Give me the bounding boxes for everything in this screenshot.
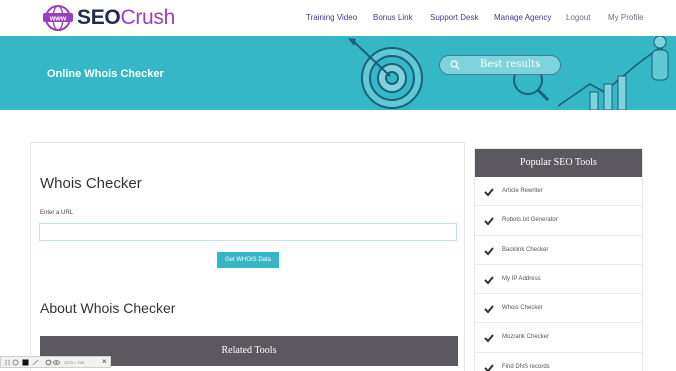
tool-heading: Whois Checker	[40, 175, 142, 192]
check-icon	[484, 276, 494, 285]
check-icon	[484, 334, 494, 343]
search-icon	[450, 60, 460, 70]
globe-icon: www	[43, 5, 73, 31]
sidebar-item-label: Whois Checker	[502, 305, 543, 312]
target-icon	[348, 38, 423, 109]
about-heading: About Whois Checker	[40, 300, 176, 316]
site-header: www SEOCrush Training Video Bonus Link S…	[0, 0, 676, 36]
nav-support-desk[interactable]: Support Desk	[430, 13, 478, 23]
sidebar-item-label: Backlink Checker	[502, 246, 549, 253]
color-swatch-icon[interactable]	[22, 359, 29, 366]
popular-tools-sidebar: Popular SEO Tools Article Rewriter Robot…	[474, 148, 643, 371]
logo[interactable]: www SEOCrush	[42, 3, 175, 33]
sidebar-item-whois-checker[interactable]: Whois Checker	[475, 294, 642, 324]
close-icon[interactable]: ×	[102, 357, 107, 367]
nav-my-profile[interactable]: My Profile	[608, 13, 644, 23]
devtools-bar: 1273 × 700 ×	[0, 356, 111, 368]
logo-text-light: Crush	[120, 6, 175, 29]
sidebar-item-article-rewriter[interactable]: Article Rewriter	[475, 177, 642, 207]
logo-text: SEOCrush	[77, 3, 175, 33]
nav-bonus-link[interactable]: Bonus Link	[373, 13, 413, 23]
url-label: Enter a URL	[40, 210, 74, 216]
sidebar-item-backlink-checker[interactable]: Backlink Checker	[475, 236, 642, 265]
nav-manage-agency[interactable]: Manage Agency	[494, 13, 551, 23]
sidebar-item-label: Robots.txt Generator	[502, 217, 558, 224]
refresh-icon[interactable]	[45, 359, 52, 366]
sidebar-item-robots-txt-generator[interactable]: Robots.txt Generator	[475, 206, 642, 236]
sidebar-list: Article Rewriter Robots.txt Generator Ba…	[475, 177, 642, 371]
check-icon	[484, 305, 494, 314]
sidebar-item-find-dns-records[interactable]: Find DNS records	[475, 353, 642, 371]
logo-text-bold: SEO	[77, 6, 121, 29]
viewport-size-readout: 1273 × 700	[64, 360, 85, 365]
get-whois-button[interactable]: Get WHOIS Data	[217, 252, 279, 268]
sidebar-item-label: Find DNS records	[502, 363, 550, 370]
check-icon	[484, 246, 494, 256]
sidebar-title: Popular SEO Tools	[475, 149, 642, 177]
eye-icon[interactable]	[53, 359, 60, 366]
url-input[interactable]	[39, 223, 457, 241]
sidebar-item-my-ip-address[interactable]: My IP Address	[475, 265, 642, 295]
trend-arrow-icon	[557, 42, 665, 110]
drag-handle-icon[interactable]	[4, 359, 11, 366]
banner-search-text: Best results	[480, 59, 541, 70]
check-icon	[484, 217, 494, 226]
banner-search-pill: Best results	[439, 55, 561, 75]
nav-training-video[interactable]: Training Video	[306, 13, 357, 23]
settings-icon[interactable]	[12, 359, 19, 366]
hero-banner: Online Whois Checker Best results	[0, 36, 676, 110]
whois-tool-card: Whois Checker Enter a URL Get WHOIS Data…	[30, 142, 465, 371]
person-icon	[651, 36, 669, 81]
sidebar-item-label: My IP Address	[502, 275, 541, 282]
sidebar-item-label: Article Rewriter	[502, 188, 543, 194]
nav-logout[interactable]: Logout	[566, 13, 590, 23]
check-icon	[484, 364, 494, 371]
check-icon	[484, 188, 494, 197]
sidebar-item-mozrank-checker[interactable]: Mozrank Checker	[475, 323, 642, 353]
page-title: Online Whois Checker	[47, 68, 164, 80]
ruler-icon[interactable]	[32, 359, 39, 366]
globe-text: www	[49, 16, 67, 23]
sidebar-item-label: Mozrank Checker	[502, 334, 550, 341]
